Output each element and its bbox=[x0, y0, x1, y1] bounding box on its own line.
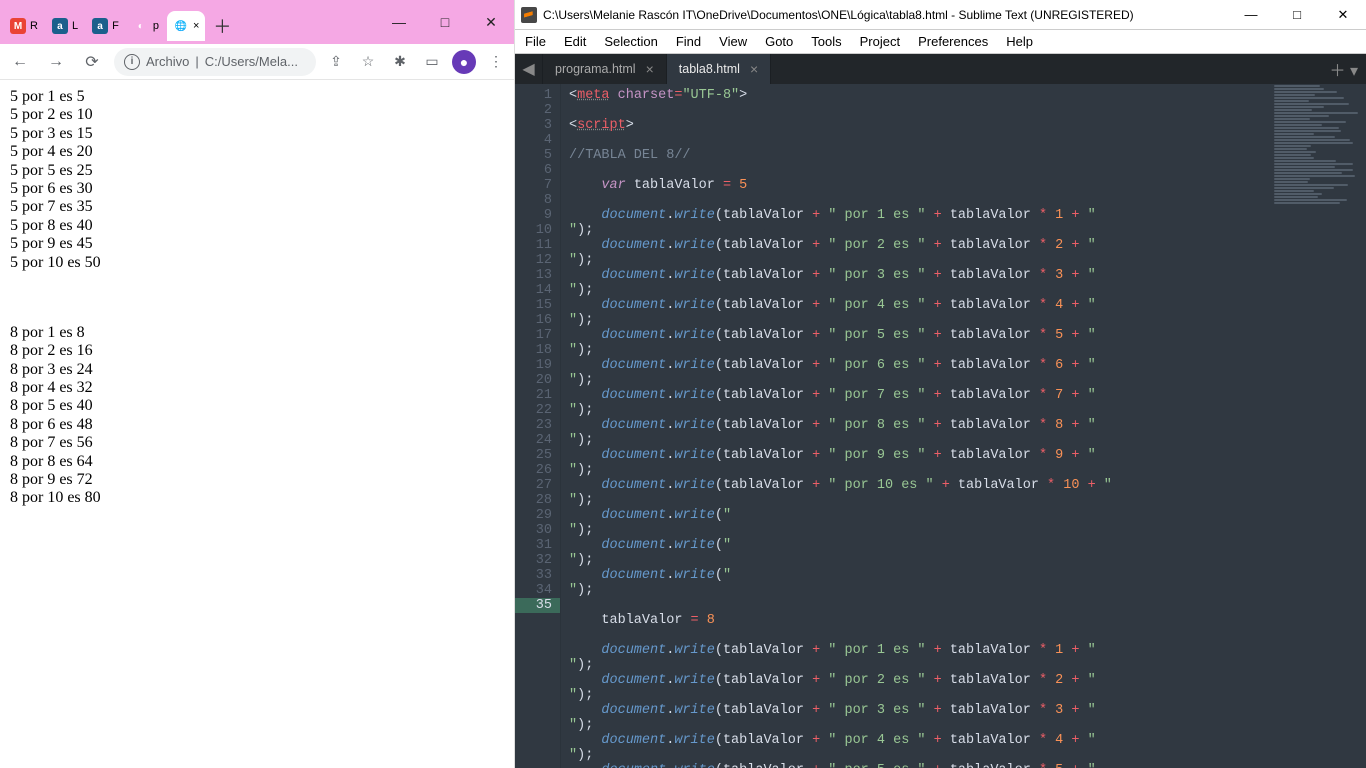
page-line: 5 por 8 es 40 bbox=[10, 217, 504, 235]
page-line: 8 por 7 es 56 bbox=[10, 434, 504, 452]
tab-overflow[interactable]: ＋ ▾ bbox=[1322, 54, 1366, 84]
menu-selection[interactable]: Selection bbox=[604, 34, 657, 49]
share-icon[interactable]: ⇪ bbox=[324, 50, 348, 74]
sidepanel-icon[interactable]: ▭ bbox=[420, 50, 444, 74]
menu-view[interactable]: View bbox=[719, 34, 747, 49]
chrome-tab[interactable]: ◐p bbox=[127, 11, 165, 41]
sublime-title: C:\Users\Melanie Rascón IT\OneDrive\Docu… bbox=[543, 8, 1134, 22]
menu-project[interactable]: Project bbox=[860, 34, 900, 49]
address-bar[interactable]: i Archivo | C:/Users/Mela... bbox=[114, 48, 316, 76]
page-line: 8 por 9 es 72 bbox=[10, 471, 504, 489]
sidebar-toggle-icon[interactable]: ◀ bbox=[515, 54, 543, 84]
chrome-viewport: 5 por 1 es 5 5 por 2 es 10 5 por 3 es 15… bbox=[0, 80, 514, 768]
tab-label: tabla8.html bbox=[679, 62, 740, 76]
page-line: 8 por 3 es 24 bbox=[10, 361, 504, 379]
line-gutter: 1234567891011121314151617181920212223242… bbox=[515, 84, 561, 768]
menu-goto[interactable]: Goto bbox=[765, 34, 793, 49]
profile-avatar-icon[interactable]: ● bbox=[452, 50, 476, 74]
page-line: 8 por 8 es 64 bbox=[10, 453, 504, 471]
page-line: 5 por 5 es 25 bbox=[10, 162, 504, 180]
chrome-window: MR aL aF ◐p 🌐× ＋ — □ ✕ ← → ⟳ i Archivo |… bbox=[0, 0, 515, 768]
minimap[interactable] bbox=[1270, 84, 1366, 768]
back-button[interactable]: ← bbox=[6, 48, 34, 76]
page-line: 8 por 10 es 80 bbox=[10, 489, 504, 507]
globe-icon: 🌐 bbox=[173, 18, 189, 34]
sublime-window-controls: — □ ✕ bbox=[1228, 0, 1366, 30]
globe-icon: ◐ bbox=[133, 18, 149, 34]
menu-help[interactable]: Help bbox=[1006, 34, 1033, 49]
reload-button[interactable]: ⟳ bbox=[78, 48, 106, 76]
sublime-logo-icon bbox=[521, 7, 537, 23]
tab-label: R bbox=[30, 20, 38, 32]
alura-icon: a bbox=[92, 18, 108, 34]
kebab-menu-icon[interactable]: ⋮ bbox=[484, 50, 508, 74]
chrome-tab[interactable]: MR bbox=[4, 11, 44, 41]
page-line: 5 por 7 es 35 bbox=[10, 198, 504, 216]
maximize-button[interactable]: □ bbox=[422, 0, 468, 44]
tab-close-icon[interactable]: × bbox=[750, 61, 758, 77]
page-line: 5 por 2 es 10 bbox=[10, 106, 504, 124]
tab-close-icon[interactable]: × bbox=[646, 61, 654, 77]
chrome-tabstrip: MR aL aF ◐p 🌐× ＋ bbox=[0, 8, 231, 44]
sublime-menubar: File Edit Selection Find View Goto Tools… bbox=[515, 30, 1366, 54]
page-line: 5 por 10 es 50 bbox=[10, 254, 504, 272]
minimize-button[interactable]: — bbox=[376, 0, 422, 44]
sublime-window: C:\Users\Melanie Rascón IT\OneDrive\Docu… bbox=[515, 0, 1366, 768]
menu-edit[interactable]: Edit bbox=[564, 34, 586, 49]
gmail-icon: M bbox=[10, 18, 26, 34]
menu-find[interactable]: Find bbox=[676, 34, 701, 49]
tab-label: p bbox=[153, 20, 159, 32]
chrome-tab-active[interactable]: 🌐× bbox=[167, 11, 205, 41]
page-line: 5 por 4 es 20 bbox=[10, 143, 504, 161]
page-line: 5 por 1 es 5 bbox=[10, 88, 504, 106]
alura-icon: a bbox=[52, 18, 68, 34]
menu-tools[interactable]: Tools bbox=[811, 34, 841, 49]
sublime-titlebar: C:\Users\Melanie Rascón IT\OneDrive\Docu… bbox=[515, 0, 1366, 30]
forward-button[interactable]: → bbox=[42, 48, 70, 76]
close-button[interactable]: ✕ bbox=[468, 0, 514, 44]
address-path: C:/Users/Mela... bbox=[205, 54, 298, 69]
site-info-icon[interactable]: i bbox=[124, 54, 140, 70]
extensions-puzzle-icon[interactable]: ✱ bbox=[388, 50, 412, 74]
chrome-titlebar: MR aL aF ◐p 🌐× ＋ — □ ✕ bbox=[0, 0, 514, 44]
chrome-tab[interactable]: aF bbox=[86, 11, 125, 41]
chrome-tab[interactable]: aL bbox=[46, 11, 84, 41]
minimize-button[interactable]: — bbox=[1228, 0, 1274, 30]
tab-label: F bbox=[112, 20, 119, 32]
page-line: 8 por 1 es 8 bbox=[10, 324, 504, 342]
new-tab-button[interactable]: ＋ bbox=[213, 13, 231, 39]
tab-close-icon[interactable]: × bbox=[193, 20, 199, 32]
page-line: 8 por 6 es 48 bbox=[10, 416, 504, 434]
tab-label: L bbox=[72, 20, 78, 32]
address-scheme: Archivo bbox=[146, 54, 189, 69]
maximize-button[interactable]: □ bbox=[1274, 0, 1320, 30]
chrome-toolbar: ← → ⟳ i Archivo | C:/Users/Mela... ⇪ ☆ ✱… bbox=[0, 44, 514, 80]
chrome-window-controls: — □ ✕ bbox=[376, 0, 514, 44]
close-button[interactable]: ✕ bbox=[1320, 0, 1366, 30]
sublime-tabbar: ◀ programa.html × tabla8.html × ＋ ▾ bbox=[515, 54, 1366, 84]
bookmark-star-icon[interactable]: ☆ bbox=[356, 50, 380, 74]
menu-preferences[interactable]: Preferences bbox=[918, 34, 988, 49]
page-line: 5 por 6 es 30 bbox=[10, 180, 504, 198]
page-line: 5 por 9 es 45 bbox=[10, 235, 504, 253]
page-line: 8 por 2 es 16 bbox=[10, 342, 504, 360]
editor-tab[interactable]: programa.html × bbox=[543, 54, 667, 84]
page-line: 8 por 4 es 32 bbox=[10, 379, 504, 397]
page-line: 5 por 3 es 15 bbox=[10, 125, 504, 143]
page-line: 8 por 5 es 40 bbox=[10, 397, 504, 415]
code-editor[interactable]: <meta charset="UTF-8"> <script> //TABLA … bbox=[561, 84, 1270, 768]
editor-tab-active[interactable]: tabla8.html × bbox=[667, 54, 771, 84]
menu-file[interactable]: File bbox=[525, 34, 546, 49]
tab-label: programa.html bbox=[555, 62, 636, 76]
